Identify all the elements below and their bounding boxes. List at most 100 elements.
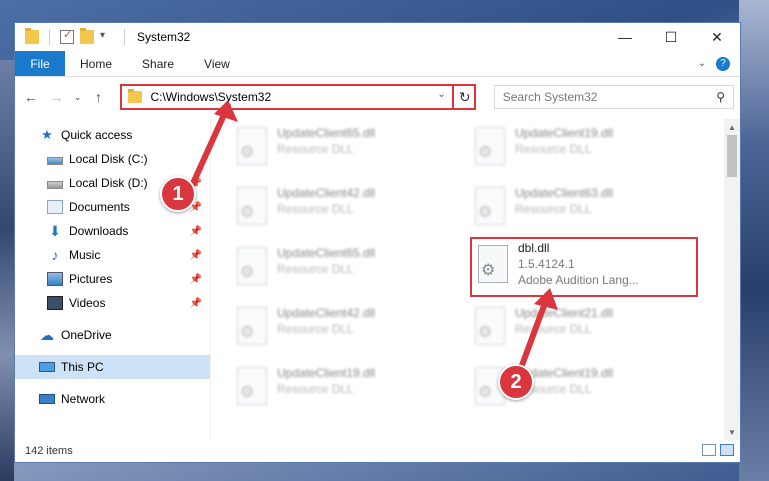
file-version: 1.5.4124.1 — [518, 257, 575, 271]
dll-file-icon — [237, 127, 267, 165]
tab-file[interactable]: File — [15, 51, 65, 76]
pin-icon[interactable]: 📌 — [190, 298, 202, 309]
file-name: UpdateClient65.dll — [277, 126, 376, 140]
view-toggles — [702, 444, 734, 456]
refresh-button[interactable]: ↻ — [451, 84, 476, 110]
file-name: UpdateClient19.dll — [515, 126, 614, 140]
address-dropdown-icon[interactable]: ⌄ — [437, 89, 445, 100]
dll-file-icon — [237, 187, 267, 225]
file-type: Resource DLL — [277, 142, 354, 156]
file-type: Resource DLL — [515, 322, 592, 336]
sidebar-item-label: Downloads — [69, 224, 129, 238]
star-icon: ★ — [41, 127, 53, 142]
expand-ribbon-icon[interactable]: ⌄ — [698, 58, 706, 69]
list-item[interactable]: UpdateClient42.dll Resource DLL — [231, 301, 431, 355]
new-folder-icon[interactable] — [80, 28, 94, 44]
onedrive-icon: ☁ — [40, 327, 54, 343]
details-view-icon[interactable] — [702, 444, 716, 456]
file-name: UpdateClient65.dll — [277, 246, 376, 260]
search-input[interactable]: Search System32 ⚲ — [493, 85, 734, 109]
file-explorer-window: ▾ System32 — ☐ ✕ File Home Share View ⌄ … — [14, 22, 741, 463]
file-type: Resource DLL — [277, 382, 354, 396]
list-item[interactable]: UpdateClient19.dll Resource DLL — [231, 361, 431, 415]
scroll-up-icon[interactable]: ▲ — [724, 119, 740, 135]
help-icon[interactable]: ? — [716, 56, 730, 71]
sidebar-item-onedrive[interactable]: ☁ OneDrive — [15, 323, 210, 347]
dll-file-icon — [478, 245, 508, 283]
sidebar-item-label: Quick access — [61, 128, 133, 142]
vertical-scrollbar[interactable]: ▲ ▼ — [724, 119, 740, 440]
back-button[interactable]: ← — [21, 87, 41, 107]
properties-icon[interactable] — [60, 28, 74, 44]
tab-view[interactable]: View — [189, 51, 245, 76]
sidebar-item-label: OneDrive — [61, 328, 112, 342]
list-item[interactable]: UpdateClient65.dll Resource DLL — [231, 241, 431, 295]
large-icons-view-icon[interactable] — [720, 444, 734, 456]
desktop-background-left — [0, 60, 14, 481]
close-button[interactable]: ✕ — [694, 23, 740, 51]
sidebar-item-label: Videos — [69, 296, 106, 310]
forward-button[interactable]: → — [47, 87, 67, 107]
disk-icon — [47, 180, 63, 189]
network-icon — [39, 394, 55, 404]
ribbon-right: ⌄ ? — [698, 51, 740, 76]
tab-share[interactable]: Share — [127, 51, 189, 76]
sidebar-item-network[interactable]: Network — [15, 387, 210, 411]
window-controls: — ☐ ✕ — [602, 23, 740, 51]
tab-home[interactable]: Home — [65, 51, 127, 76]
list-item[interactable]: UpdateClient21.dll Resource DLL — [469, 301, 669, 355]
list-item[interactable]: UpdateClient42.dll Resource DLL — [231, 181, 431, 235]
videos-icon — [47, 296, 63, 310]
sidebar-item-pictures[interactable]: Pictures 📌 — [15, 267, 210, 291]
search-icon: ⚲ — [716, 90, 725, 104]
recent-locations-icon[interactable]: ⌄ — [73, 87, 83, 107]
step-badge-2: 2 — [498, 364, 534, 400]
pin-icon[interactable]: 📌 — [190, 226, 202, 237]
sidebar-item-label: Network — [61, 392, 106, 406]
this-pc-icon — [39, 362, 55, 372]
sidebar-item-this-pc[interactable]: This PC — [15, 355, 210, 379]
pin-icon[interactable]: 📌 — [190, 250, 202, 261]
sidebar-item-videos[interactable]: Videos 📌 — [15, 291, 210, 315]
scrollbar-thumb[interactable] — [727, 135, 737, 177]
file-type: Resource DLL — [515, 142, 592, 156]
dll-file-icon — [237, 367, 267, 405]
scroll-down-icon[interactable]: ▼ — [724, 424, 740, 440]
sidebar-item-local-disk-c[interactable]: Local Disk (C:) — [15, 147, 210, 171]
file-name: dbl.dll — [518, 241, 550, 255]
list-item[interactable]: UpdateClient19.dll Resource DLL — [469, 121, 669, 175]
navigation-pane: ★ Quick access Local Disk (C:) Local Dis… — [15, 119, 211, 440]
file-name: UpdateClient21.dll — [515, 306, 614, 320]
dll-file-icon — [475, 307, 505, 345]
file-type: Resource DLL — [277, 202, 354, 216]
item-count: 142 items — [25, 445, 73, 457]
file-name: UpdateClient42.dll — [277, 306, 376, 320]
up-button[interactable]: ↑ — [89, 87, 109, 107]
list-item[interactable]: UpdateClient65.dll Resource DLL — [231, 121, 431, 175]
minimize-button[interactable]: — — [602, 23, 648, 51]
file-type: Resource DLL — [277, 262, 354, 276]
address-path[interactable]: C:\Windows\System32 — [150, 90, 271, 104]
folder-icon — [128, 89, 143, 103]
pin-icon[interactable]: 📌 — [190, 274, 202, 285]
disk-icon — [47, 156, 63, 165]
quick-access-toolbar: ▾ — [15, 28, 129, 45]
list-item[interactable]: UpdateClient63.dll Resource DLL — [469, 181, 669, 235]
maximize-button[interactable]: ☐ — [648, 23, 694, 51]
file-description: Adobe Audition Lang... — [518, 273, 639, 287]
folder-icon — [25, 28, 39, 44]
pictures-icon — [47, 272, 63, 286]
file-list: UpdateClient65.dll Resource DLL UpdateCli… — [211, 119, 740, 440]
sidebar-item-downloads[interactable]: ⬇ Downloads 📌 — [15, 219, 210, 243]
sidebar-item-quick-access[interactable]: ★ Quick access — [15, 123, 210, 147]
sidebar-item-music[interactable]: ♪ Music 📌 — [15, 243, 210, 267]
file-name: UpdateClient19.dll — [277, 366, 376, 380]
list-item-dbl-dll[interactable]: dbl.dll 1.5.4124.1 Adobe Audition Lang..… — [470, 237, 698, 297]
address-bar[interactable]: C:\Windows\System32 ⌄ ↻ — [120, 84, 476, 110]
sidebar-item-label: Local Disk (C:) — [69, 152, 148, 166]
step-badge-1: 1 — [160, 176, 196, 212]
status-bar: 142 items — [15, 440, 740, 462]
customize-toolbar-icon[interactable]: ▾ — [100, 30, 114, 44]
